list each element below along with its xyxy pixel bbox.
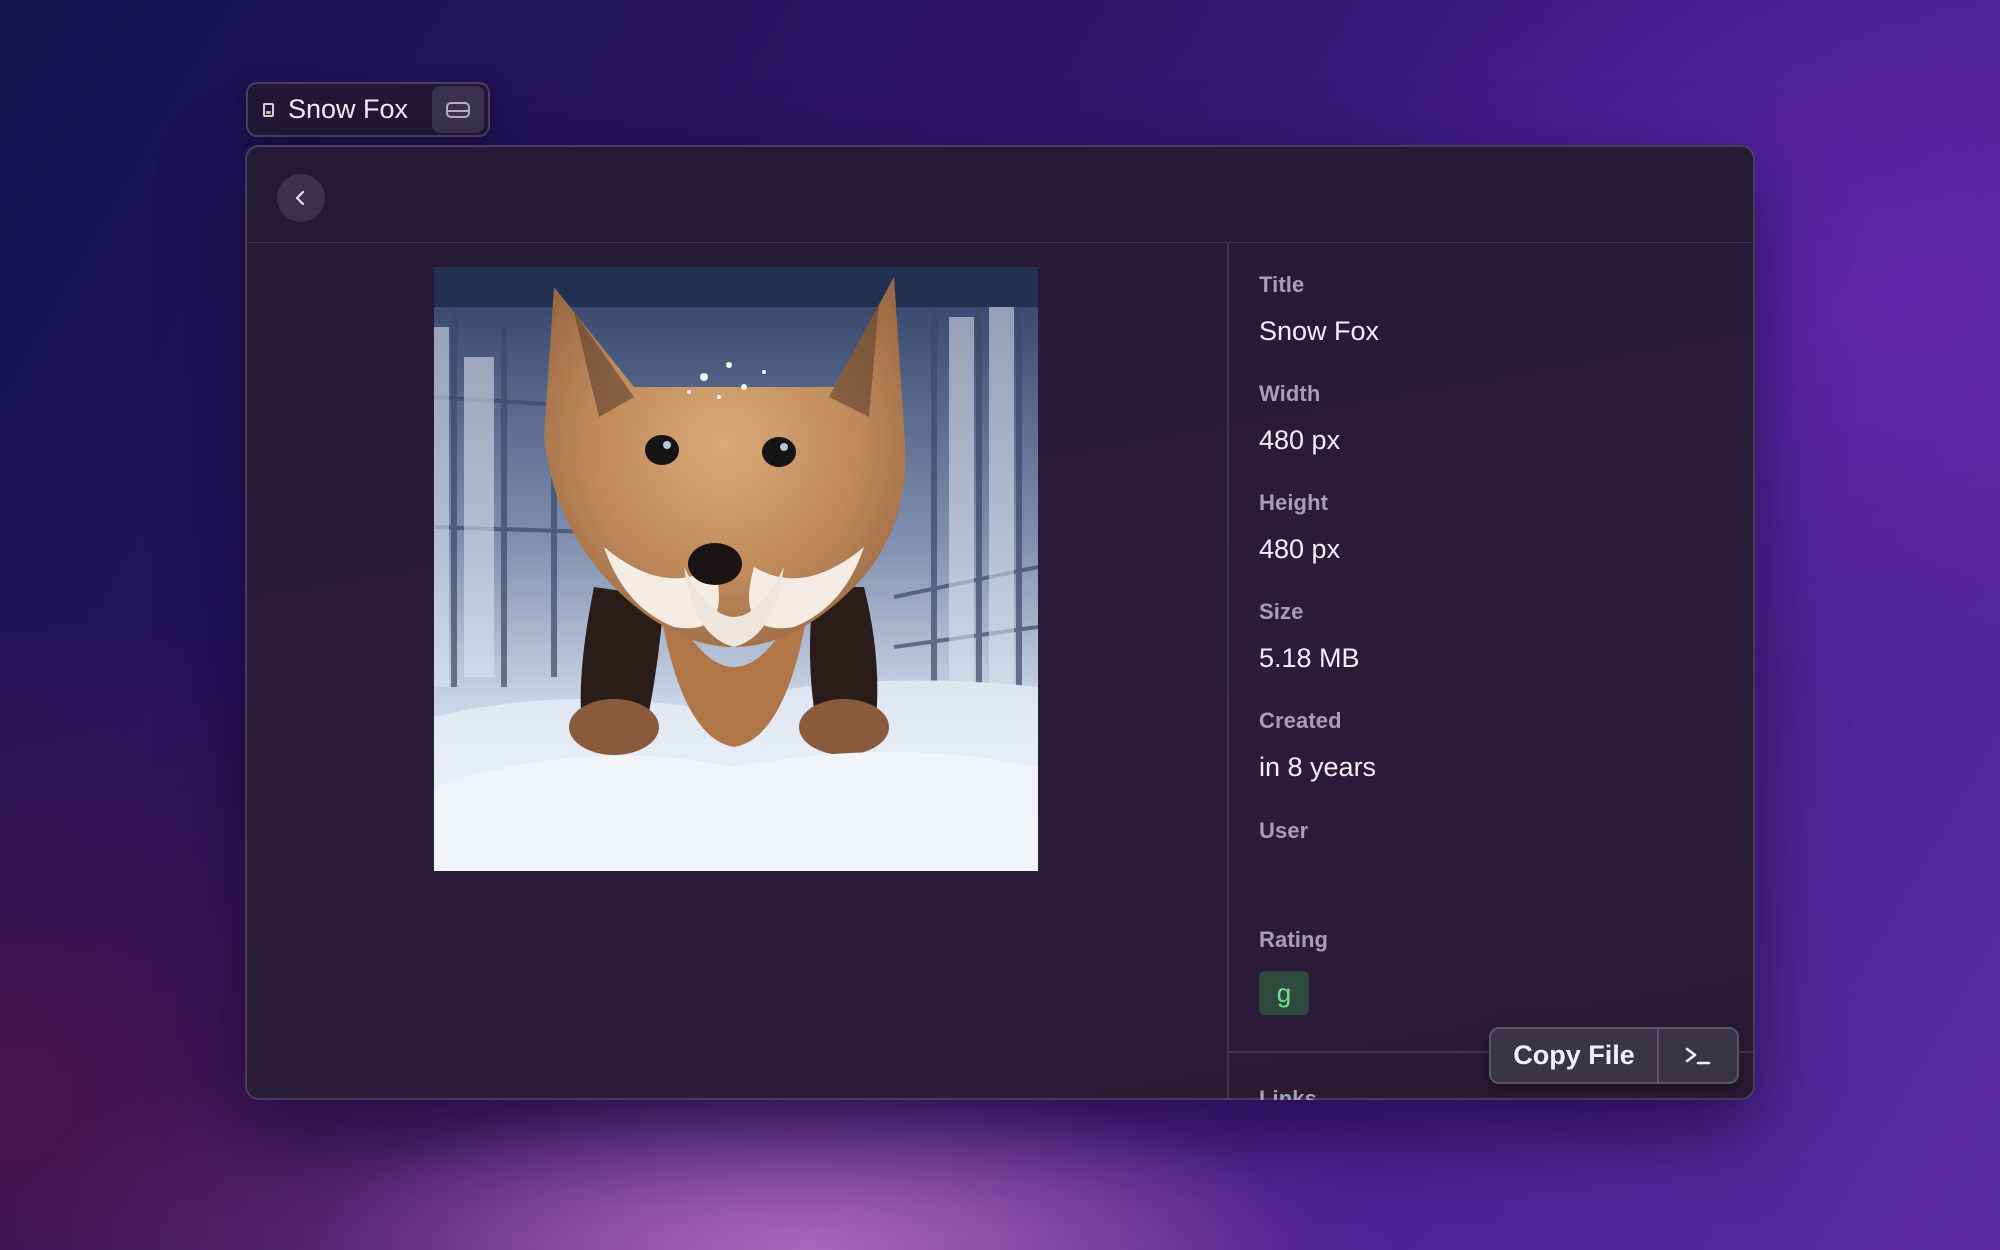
snow-fox-image bbox=[434, 267, 1038, 871]
meta-height-value: 480 px bbox=[1259, 534, 1341, 564]
meta-title-value: Snow Fox bbox=[1259, 316, 1380, 346]
meta-size: Size 5.18 MB bbox=[1259, 599, 1360, 674]
meta-height: Height 480 px bbox=[1259, 490, 1340, 565]
meta-width: Width 480 px bbox=[1259, 381, 1340, 456]
meta-rating-label: Rating bbox=[1259, 927, 1329, 952]
chevron-left-icon bbox=[295, 190, 305, 206]
meta-user-label: User bbox=[1259, 818, 1309, 843]
terminal-button[interactable] bbox=[1657, 1029, 1737, 1082]
preview-pane bbox=[247, 243, 1227, 1098]
back-button[interactable] bbox=[277, 174, 325, 222]
rating-badge: g bbox=[1259, 971, 1309, 1015]
meta-width-value: 480 px bbox=[1259, 425, 1341, 455]
links-section: Links bbox=[1259, 1086, 1317, 1100]
copy-file-button[interactable]: Copy File bbox=[1491, 1029, 1657, 1082]
meta-created-value: in 8 years bbox=[1259, 752, 1377, 782]
file-icon bbox=[248, 84, 288, 135]
title-chip: Snow Fox bbox=[246, 82, 490, 137]
toolbar bbox=[247, 147, 1753, 243]
meta-height-label: Height bbox=[1259, 490, 1329, 515]
vertical-divider bbox=[1227, 243, 1229, 1098]
terminal-icon bbox=[1685, 1047, 1711, 1064]
meta-user: User bbox=[1259, 818, 1308, 862]
meta-created-label: Created bbox=[1259, 708, 1342, 733]
meta-created: Created in 8 years bbox=[1259, 708, 1376, 783]
meta-size-label: Size bbox=[1259, 599, 1304, 624]
detail-window bbox=[245, 145, 1755, 1100]
meta-title-label: Title bbox=[1259, 272, 1305, 297]
chip-title: Snow Fox bbox=[288, 94, 409, 124]
meta-title: Title Snow Fox bbox=[1259, 272, 1379, 347]
links-label: Links bbox=[1259, 1086, 1317, 1100]
meta-rating: Rating g bbox=[1259, 927, 1328, 1015]
drive-icon[interactable] bbox=[432, 86, 484, 133]
meta-width-label: Width bbox=[1259, 381, 1321, 406]
meta-size-value: 5.18 MB bbox=[1259, 643, 1360, 673]
action-bar: Copy File bbox=[1489, 1027, 1739, 1084]
